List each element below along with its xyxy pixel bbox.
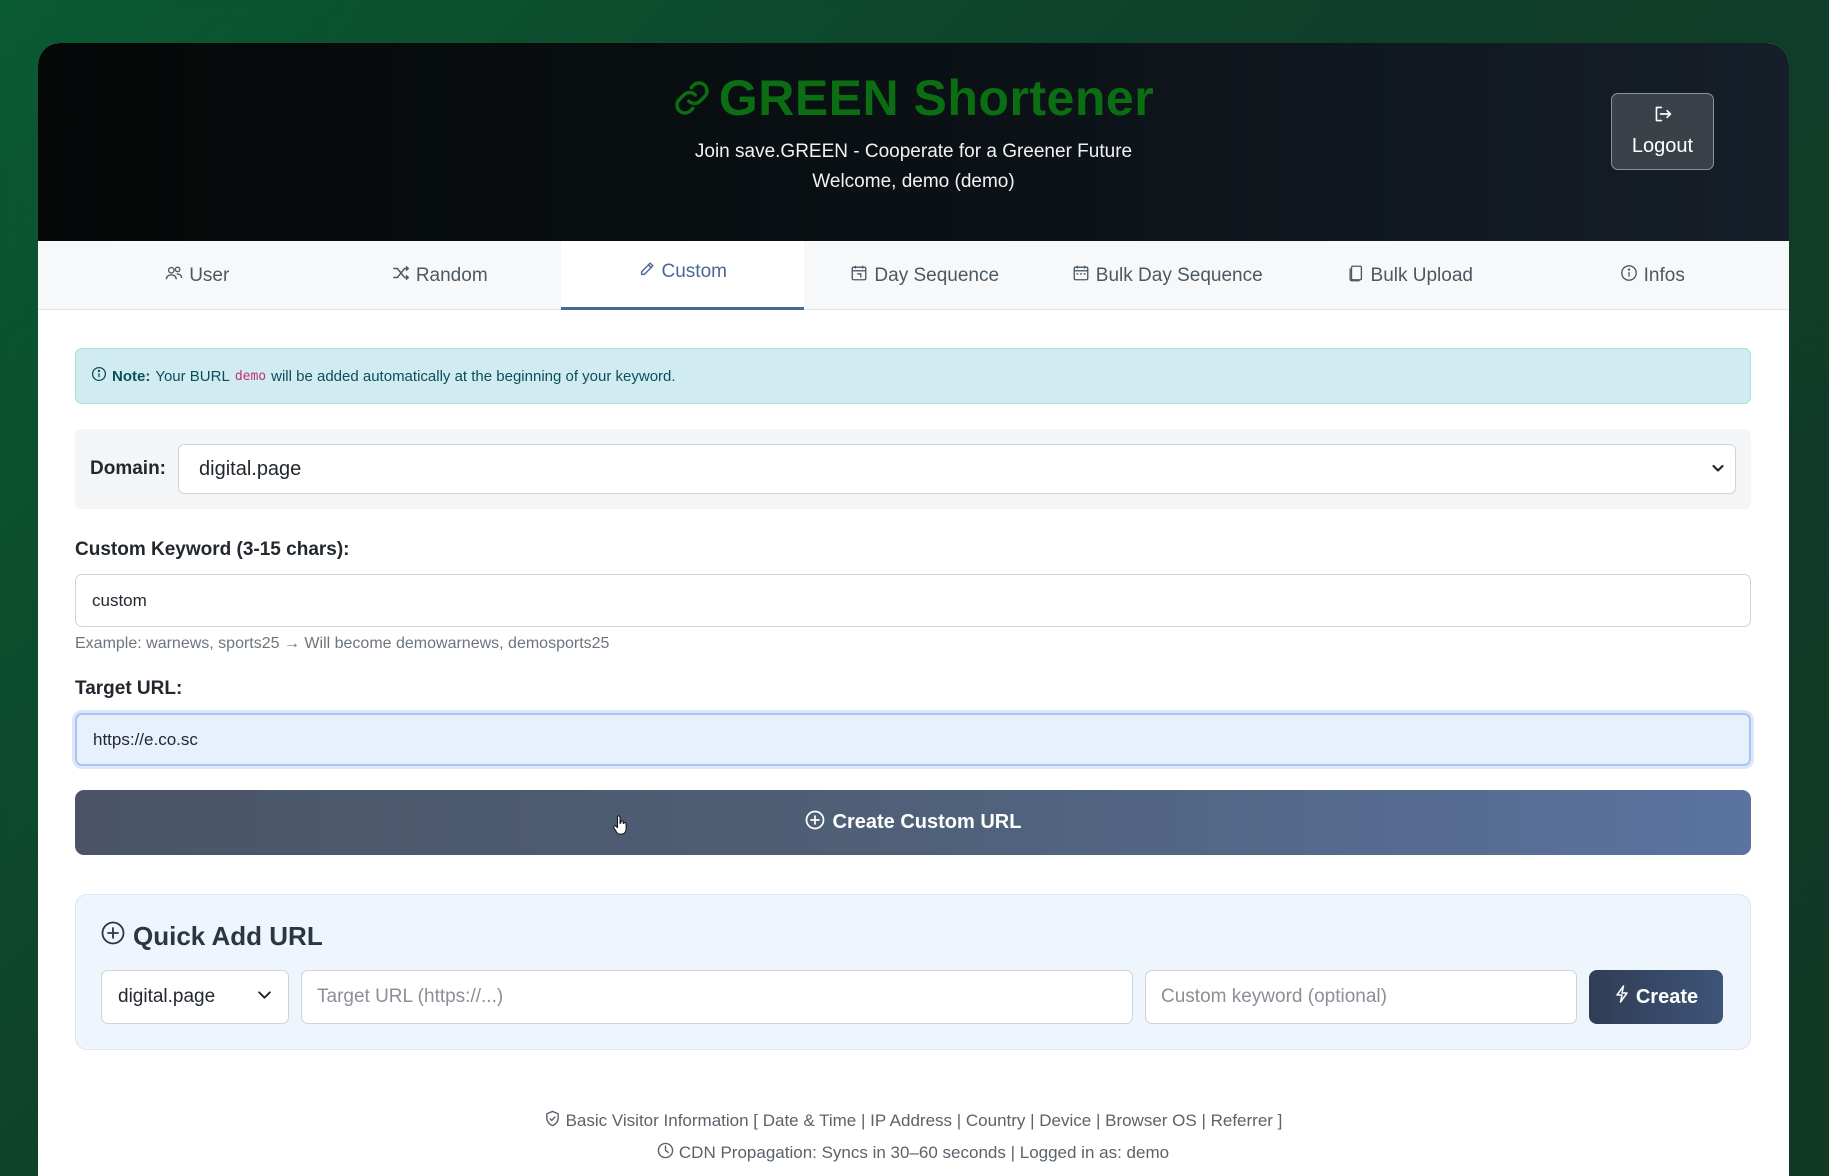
tab-label: Infos bbox=[1643, 264, 1685, 286]
create-button-label: Create Custom URL bbox=[832, 811, 1022, 833]
domain-selected-value: digital.page bbox=[199, 457, 302, 480]
pencil-icon bbox=[638, 260, 656, 284]
hand-cursor-icon bbox=[610, 815, 628, 839]
app-title: GREEN Shortener bbox=[718, 70, 1155, 126]
tab-label: Bulk Upload bbox=[1370, 264, 1473, 286]
footer-visitor-info: Basic Visitor Information [ Date & Time … bbox=[75, 1110, 1751, 1132]
target-url-label: Target URL: bbox=[75, 678, 183, 699]
note-text-after: will be added automatically at the begin… bbox=[271, 367, 676, 385]
info-icon bbox=[1620, 264, 1638, 288]
tab-bar: User Random Custom Day Sequence Bulk Day… bbox=[38, 241, 1789, 310]
quick-target-url-input[interactable]: Target URL (https://...) bbox=[301, 970, 1133, 1024]
domain-select[interactable]: digital.page bbox=[178, 444, 1736, 494]
quick-create-button[interactable]: Create bbox=[1589, 970, 1723, 1024]
quick-domain-value: digital.page bbox=[118, 986, 216, 1007]
quick-target-placeholder: Target URL (https://...) bbox=[317, 986, 504, 1007]
quick-keyword-input[interactable]: Custom keyword (optional) bbox=[1145, 970, 1577, 1024]
keyword-input[interactable]: custom bbox=[75, 574, 1751, 627]
lightning-icon bbox=[1614, 985, 1630, 1009]
note-text-before: Your BURL bbox=[155, 367, 230, 385]
info-note: Note: Your BURL demo will be added autom… bbox=[75, 348, 1751, 404]
shield-icon bbox=[544, 1110, 561, 1132]
visitor-info-text: Basic Visitor Information [ Date & Time … bbox=[565, 1111, 1283, 1130]
files-icon bbox=[1347, 264, 1365, 288]
calendar-icon bbox=[850, 264, 868, 288]
tab-label: Day Sequence bbox=[874, 264, 1000, 286]
cdn-text: CDN Propagation: Syncs in 30–60 seconds … bbox=[678, 1143, 1170, 1162]
note-code: demo bbox=[234, 368, 267, 384]
logout-button[interactable]: Logout bbox=[1611, 93, 1714, 170]
keyword-help: Example: warnews, sports25 → Will become… bbox=[75, 635, 610, 652]
clock-icon bbox=[657, 1142, 674, 1164]
domain-row: Domain: digital.page bbox=[75, 429, 1751, 509]
app-card: GREEN Shortener Join save.GREEN - Cooper… bbox=[38, 43, 1789, 1176]
tab-day-sequence[interactable]: Day Sequence bbox=[804, 241, 1047, 310]
tagline: Join save.GREEN - Cooperate for a Greene… bbox=[694, 141, 1133, 162]
info-icon bbox=[91, 366, 107, 386]
shuffle-icon bbox=[392, 264, 410, 288]
target-url-input[interactable]: https://e.co.sc bbox=[75, 713, 1751, 766]
tab-random[interactable]: Random bbox=[319, 241, 562, 310]
logout-icon bbox=[1653, 105, 1673, 129]
target-url-value: https://e.co.sc bbox=[93, 729, 198, 749]
brand: GREEN Shortener bbox=[38, 69, 1789, 127]
footer: Basic Visitor Information [ Date & Time … bbox=[75, 1110, 1751, 1164]
quick-add-panel: Quick Add URL digital.page Target URL (h… bbox=[75, 894, 1751, 1050]
chevron-down-icon bbox=[1711, 458, 1725, 481]
chevron-down-icon bbox=[257, 986, 272, 1008]
welcome-text: Welcome, demo (demo) bbox=[812, 171, 1015, 192]
custom-form: Note: Your BURL demo will be added autom… bbox=[38, 310, 1789, 1164]
plus-circle-icon bbox=[101, 921, 125, 952]
logout-label: Logout bbox=[1631, 135, 1694, 157]
quick-add-title: Quick Add URL bbox=[101, 921, 1725, 952]
keyword-value: custom bbox=[92, 590, 147, 610]
tab-label: Random bbox=[415, 264, 488, 286]
domain-label: Domain: bbox=[90, 458, 166, 479]
tab-label: Bulk Day Sequence bbox=[1095, 264, 1263, 286]
quick-domain-select[interactable]: digital.page bbox=[101, 970, 289, 1024]
tab-custom[interactable]: Custom bbox=[561, 241, 804, 310]
tab-label: User bbox=[189, 264, 230, 286]
quick-add-row: digital.page Target URL (https://...) Cu… bbox=[101, 970, 1725, 1024]
quick-create-label: Create bbox=[1635, 985, 1699, 1008]
tab-user[interactable]: User bbox=[76, 241, 319, 310]
create-custom-url-button[interactable]: Create Custom URL bbox=[75, 790, 1751, 855]
quick-keyword-placeholder: Custom keyword (optional) bbox=[1161, 986, 1387, 1007]
footer-cdn-info: CDN Propagation: Syncs in 30–60 seconds … bbox=[75, 1142, 1751, 1164]
link-icon bbox=[673, 79, 711, 117]
tab-label: Custom bbox=[661, 261, 727, 282]
page-header: GREEN Shortener Join save.GREEN - Cooper… bbox=[38, 43, 1789, 241]
keyword-label: Custom Keyword (3-15 chars): bbox=[75, 539, 350, 560]
tab-bulk-day-sequence[interactable]: Bulk Day Sequence bbox=[1046, 241, 1289, 310]
users-icon bbox=[165, 264, 183, 288]
plus-circle-icon bbox=[805, 810, 825, 836]
note-label: Note: bbox=[112, 367, 151, 385]
quick-add-title-text: Quick Add URL bbox=[133, 921, 323, 951]
tab-infos[interactable]: Infos bbox=[1531, 241, 1774, 310]
tab-bulk-upload[interactable]: Bulk Upload bbox=[1289, 241, 1532, 310]
calendar-range-icon bbox=[1072, 264, 1090, 288]
